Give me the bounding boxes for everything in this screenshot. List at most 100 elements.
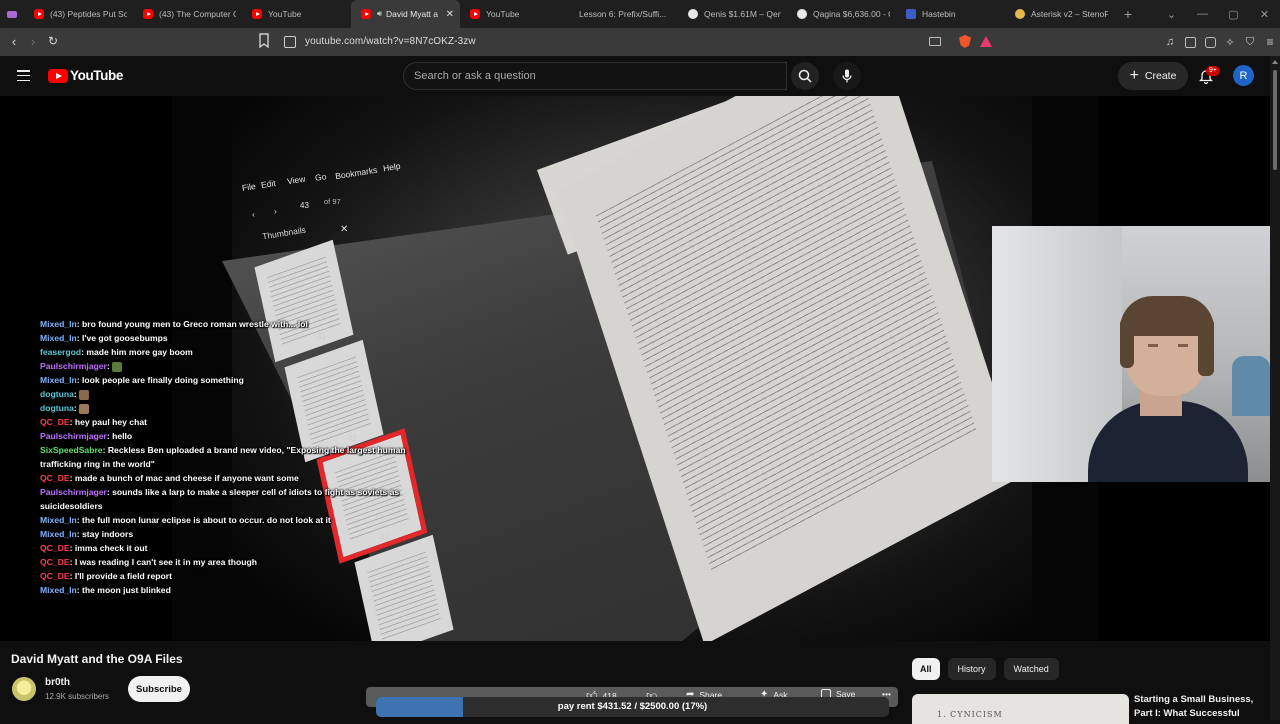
browser-tab[interactable]: Qenis $1.61M – Qen... bbox=[678, 0, 787, 28]
address-bar[interactable]: youtube.com/watch?v=8N7cOKZ-3zw bbox=[305, 36, 476, 47]
scrollbar-thumb[interactable] bbox=[1273, 70, 1277, 170]
browser-tab-title: YouTube bbox=[486, 9, 520, 19]
browser-tab-title: (43) Peptides Put So... bbox=[50, 9, 127, 19]
chat-message: dogtuna: bbox=[40, 387, 420, 401]
chat-username: Paulschirmjager bbox=[40, 487, 107, 497]
screen-menu-item: Go bbox=[314, 171, 328, 183]
browser-tab[interactable]: (43) Peptides Put So... bbox=[24, 0, 133, 28]
chat-message-text: bro found young men to Greco roman wrest… bbox=[82, 319, 308, 329]
back-button[interactable]: ‹ bbox=[4, 34, 24, 49]
new-tab-button[interactable]: + bbox=[1118, 6, 1138, 22]
sidebar-icon[interactable] bbox=[1180, 28, 1200, 56]
browser-tab[interactable]: 🔊︎ David Myatt a ✕ bbox=[351, 0, 460, 28]
chat-message-text: I'll provide a field report bbox=[74, 571, 172, 581]
cast-icon[interactable] bbox=[929, 37, 941, 46]
chat-message: QC_DE: made a bunch of mac and cheese if… bbox=[40, 473, 299, 483]
recommendation-filter-chips: All History Watched bbox=[912, 658, 1059, 680]
chat-username: QC_DE bbox=[40, 543, 70, 553]
chat-message-text: hello bbox=[112, 431, 133, 441]
chat-username: Mixed_In bbox=[40, 333, 77, 343]
browser-tab[interactable]: (43) The Computer C... bbox=[133, 0, 242, 28]
vpn-icon[interactable]: ⛉ bbox=[1240, 28, 1260, 56]
voice-search-button[interactable] bbox=[833, 62, 861, 90]
video-player[interactable]: File Edit View Go Bookmarks Help ‹ › 43 of 97… bbox=[0, 96, 1270, 641]
screen-page-field: 43 bbox=[300, 201, 309, 210]
chat-message-text: look people are finally doing something bbox=[82, 375, 244, 385]
forward-button[interactable]: › bbox=[23, 34, 43, 49]
browser-tab-strip: (43) Peptides Put So... (43) The Computer… bbox=[0, 0, 1280, 28]
chat-message: Mixed_In: the moon just blinked bbox=[40, 585, 171, 595]
search-button[interactable] bbox=[791, 62, 819, 90]
leo-ai-icon[interactable]: ✧ bbox=[1220, 28, 1240, 56]
youtube-favicon-icon bbox=[143, 9, 153, 19]
site-settings-icon[interactable] bbox=[284, 36, 296, 48]
scroll-up-icon[interactable] bbox=[1272, 60, 1278, 64]
video-title: David Myatt and the O9A Files bbox=[11, 652, 183, 666]
filter-chip-watched[interactable]: Watched bbox=[1003, 658, 1059, 680]
browser-tab[interactable]: YouTube bbox=[460, 0, 569, 28]
chat-message: QC_DE: hey paul hey chat bbox=[40, 417, 147, 427]
chat-message: feasergod: made him more gay boom bbox=[40, 347, 193, 357]
chat-username: Mixed_In bbox=[40, 529, 77, 539]
chat-message: Paulschirmjager: sounds like a larp to m… bbox=[40, 487, 400, 511]
chat-username: Mixed_In bbox=[40, 319, 77, 329]
chat-message: Mixed_In: bro found young men to Greco r… bbox=[40, 319, 308, 329]
chat-username: Mixed_In bbox=[40, 585, 77, 595]
subscribe-button[interactable]: Subscribe bbox=[128, 676, 190, 702]
account-avatar[interactable]: R bbox=[1233, 65, 1254, 86]
browser-tab[interactable]: Lesson 6: Prefix/Suffi... bbox=[569, 0, 678, 28]
chat-overlay: Mixed_In: bro found young men to Greco r… bbox=[40, 317, 420, 597]
filter-chip-all[interactable]: All bbox=[912, 658, 940, 680]
media-controls-icon[interactable]: ♫ bbox=[1160, 28, 1180, 56]
brave-rewards-icon[interactable] bbox=[980, 36, 992, 47]
browser-tab[interactable]: YouTube bbox=[242, 0, 351, 28]
browser-tab-title: David Myatt a bbox=[386, 9, 439, 19]
search-icon bbox=[798, 69, 812, 83]
chat-message-text: made a bunch of mac and cheese if anyone… bbox=[74, 473, 299, 483]
browser-tab[interactable]: Hastebin bbox=[896, 0, 1005, 28]
screen-close-icon: ✕ bbox=[340, 224, 349, 235]
close-window-button[interactable]: ✕ bbox=[1249, 8, 1280, 21]
minimize-button[interactable]: — bbox=[1187, 8, 1218, 20]
youtube-wordmark: YouTube bbox=[70, 68, 123, 83]
chat-message: QC_DE: I'll provide a field report bbox=[40, 571, 172, 581]
audio-playing-icon[interactable]: 🔊︎ bbox=[377, 9, 382, 19]
stenofa-favicon-icon bbox=[1015, 9, 1025, 19]
screen-back-icon: ‹ bbox=[252, 209, 255, 219]
browser-menu-button[interactable]: ≡ bbox=[1260, 28, 1280, 56]
page-scrollbar[interactable] bbox=[1270, 56, 1280, 720]
chat-message: Paulschirmjager: hello bbox=[40, 431, 133, 441]
browser-tab[interactable]: Qagina $6,636.00 - Q... bbox=[787, 0, 896, 28]
bookmark-icon[interactable] bbox=[258, 33, 270, 49]
browser-tab[interactable]: Asterisk v2 – StenoFa... bbox=[1005, 0, 1114, 28]
search-placeholder: Search or ask a question bbox=[414, 70, 536, 82]
channel-avatar[interactable] bbox=[12, 677, 36, 701]
search-input[interactable]: Search or ask a question bbox=[403, 62, 787, 90]
screen-menu-item: File bbox=[241, 180, 257, 194]
guide-menu-icon[interactable] bbox=[17, 70, 30, 81]
browser-menu-icon[interactable] bbox=[0, 0, 24, 28]
reload-button[interactable]: ↻ bbox=[43, 34, 63, 48]
tab-search-icon[interactable]: ⌄ bbox=[1156, 8, 1187, 21]
browser-tab-title: Hastebin bbox=[922, 9, 956, 19]
chat-username: Paulschirmjager bbox=[40, 361, 107, 371]
channel-name[interactable]: br0th bbox=[45, 677, 70, 688]
recommendation-title[interactable]: Starting a Small Business, Part I: What … bbox=[1134, 693, 1264, 721]
close-tab-icon[interactable]: ✕ bbox=[446, 9, 454, 20]
chat-message-text: imma check it out bbox=[74, 543, 148, 553]
chat-message-text: stay indoors bbox=[82, 529, 134, 539]
recommendation-thumbnail-text: 1. CYNICISM bbox=[937, 710, 1003, 719]
youtube-favicon-icon bbox=[470, 9, 480, 19]
chat-username: QC_DE bbox=[40, 417, 70, 427]
chat-message-text: made him more gay boom bbox=[86, 347, 193, 357]
create-button[interactable]: + Create bbox=[1118, 62, 1188, 90]
brave-shields-icon[interactable] bbox=[959, 35, 971, 48]
youtube-favicon-icon bbox=[252, 9, 262, 19]
chat-username: QC_DE bbox=[40, 557, 70, 567]
chat-username: feasergod bbox=[40, 347, 82, 357]
filter-chip-history[interactable]: History bbox=[947, 658, 996, 680]
maximize-button[interactable]: ▢ bbox=[1218, 8, 1249, 21]
browser-tab-title: YouTube bbox=[268, 9, 302, 19]
youtube-logo[interactable]: YouTube bbox=[48, 68, 123, 83]
wallet-icon[interactable] bbox=[1200, 28, 1220, 56]
